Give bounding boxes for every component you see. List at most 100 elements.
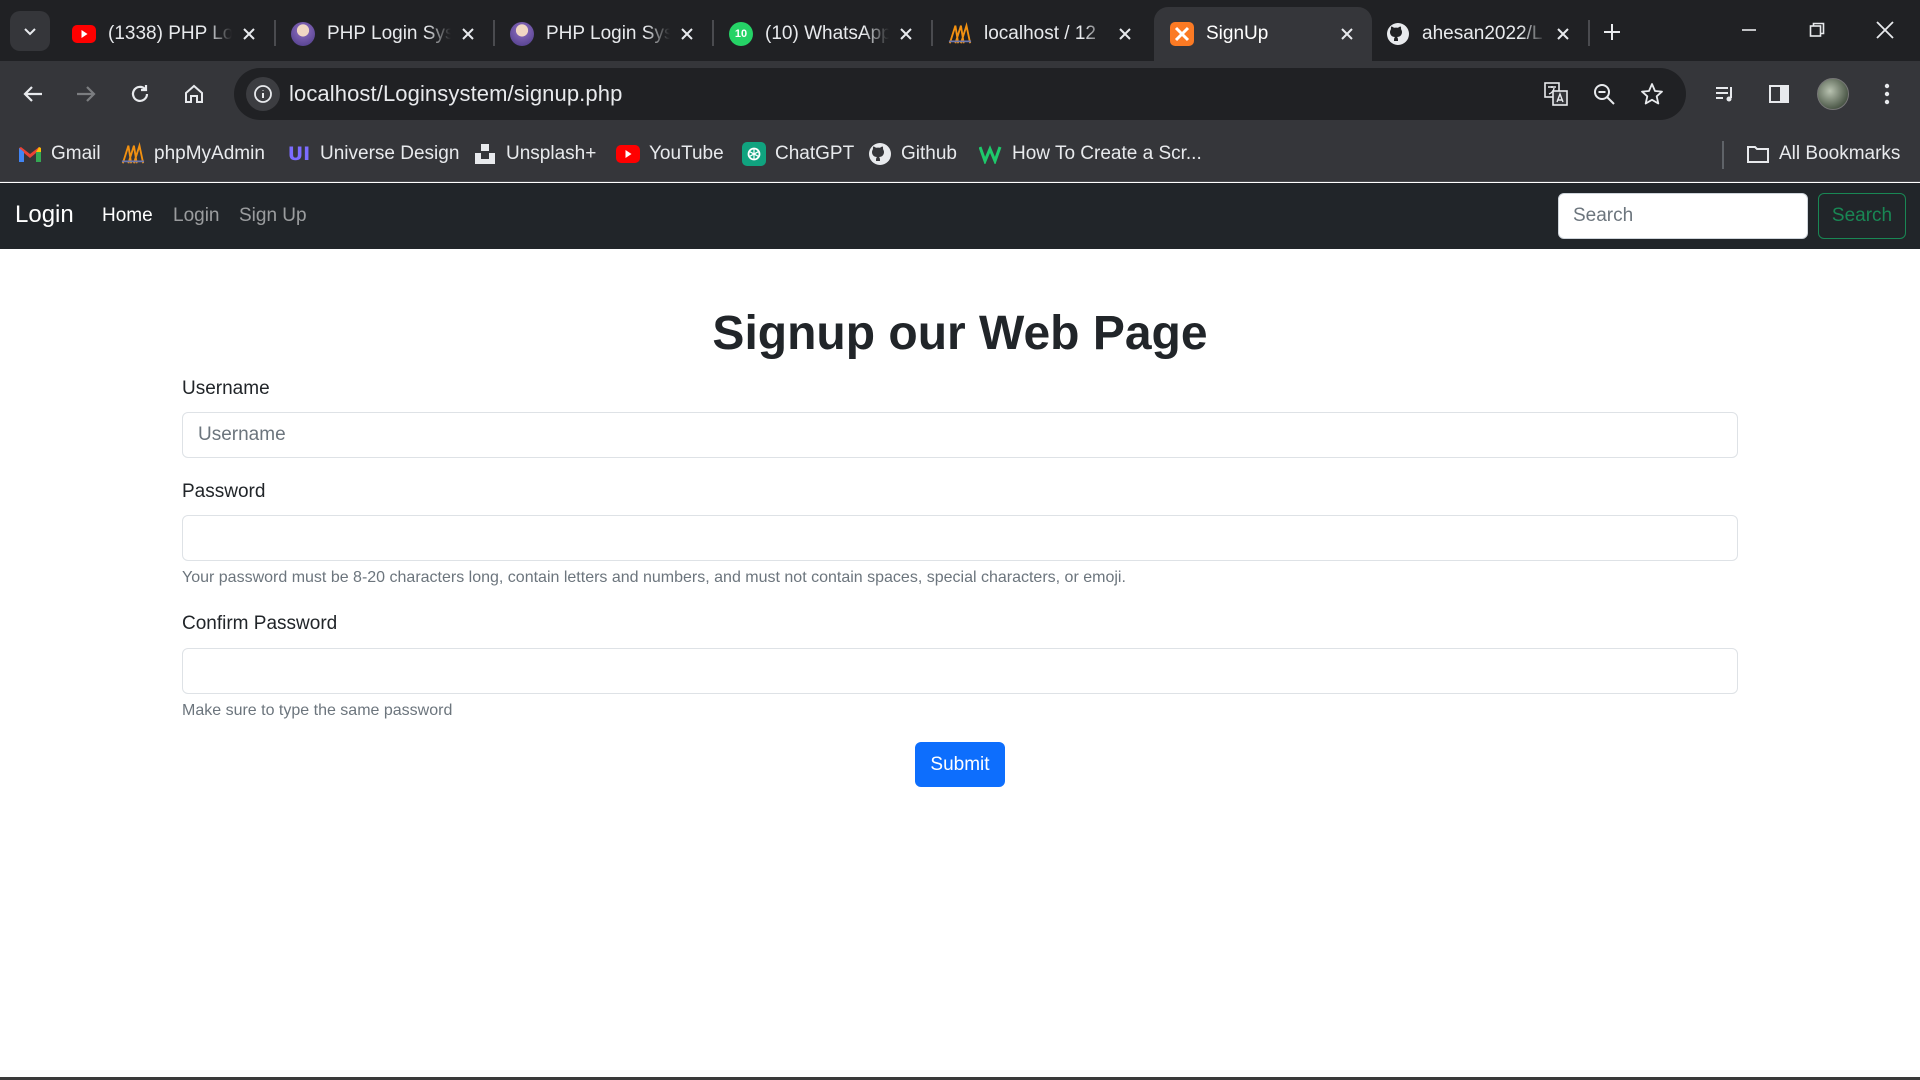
- bookmark-unsplash[interactable]: Unsplash+: [473, 139, 596, 169]
- phpmyadmin-icon: [948, 22, 972, 46]
- youtube-icon: [616, 142, 640, 166]
- github-icon: [1386, 22, 1410, 46]
- username-label: Username: [182, 378, 270, 399]
- tab-title: ahesan2022/L: [1422, 23, 1543, 44]
- bookmark-label: Universe Design: [320, 143, 460, 164]
- reading-list-button[interactable]: [1704, 73, 1746, 115]
- more-vertical-icon: [1884, 83, 1890, 105]
- folder-icon: [1746, 142, 1770, 166]
- tab-title: SignUp: [1206, 23, 1269, 44]
- tab-php-login-1[interactable]: PHP Login Sys: [275, 7, 493, 61]
- bookmark-chatgpt[interactable]: ChatGPT: [742, 139, 854, 169]
- side-panel-icon: [1769, 85, 1789, 103]
- submit-button[interactable]: Submit: [915, 742, 1005, 787]
- translate-button[interactable]: [1540, 78, 1572, 110]
- plus-icon: [1604, 24, 1620, 40]
- reload-button[interactable]: [119, 73, 161, 115]
- star-icon: [1641, 83, 1663, 105]
- avatar-icon: [291, 22, 315, 46]
- bookmark-gmail[interactable]: Gmail: [18, 139, 101, 169]
- bookmark-label: Gmail: [51, 143, 101, 164]
- tab-phpmyadmin[interactable]: localhost / 12: [932, 7, 1150, 61]
- username-field[interactable]: [182, 412, 1738, 458]
- tab-title: localhost / 12: [984, 23, 1096, 44]
- bookmark-youtube[interactable]: YouTube: [616, 139, 724, 169]
- minimize-icon: [1742, 29, 1756, 31]
- translate-icon: [1544, 82, 1568, 106]
- tab-search-button[interactable]: [10, 11, 50, 51]
- browser-menu-button[interactable]: [1866, 73, 1908, 115]
- url-text: localhost/Loginsystem/signup.php: [289, 81, 623, 106]
- bookmark-how-to-create[interactable]: How To Create a Scr...: [979, 139, 1202, 169]
- home-button[interactable]: [173, 73, 215, 115]
- bookmarks-separator: [1722, 141, 1724, 169]
- reload-icon: [131, 85, 149, 102]
- password-help-text: Your password must be 8-20 characters lo…: [182, 569, 1126, 586]
- close-tab-icon[interactable]: [1114, 23, 1136, 45]
- tab-title: PHP Login Sys: [327, 23, 451, 44]
- avatar: [1817, 78, 1849, 110]
- tab-youtube[interactable]: (1338) PHP Lo: [56, 7, 274, 61]
- bookmark-label: How To Create a Scr...: [1012, 143, 1202, 164]
- forward-button[interactable]: [65, 73, 107, 115]
- tab-whatsapp[interactable]: 10 (10) WhatsApp: [713, 7, 931, 61]
- zoom-button[interactable]: [1588, 78, 1620, 110]
- tab-signup[interactable]: SignUp: [1154, 7, 1372, 61]
- all-bookmarks-button[interactable]: All Bookmarks: [1746, 139, 1900, 169]
- zoom-out-icon: [1594, 84, 1615, 105]
- tab-github[interactable]: ahesan2022/L: [1370, 7, 1588, 61]
- close-icon: [1876, 21, 1894, 39]
- minimize-button[interactable]: [1724, 8, 1774, 52]
- new-tab-button[interactable]: [1594, 14, 1630, 50]
- phpmyadmin-icon: [121, 142, 145, 166]
- nav-link-signup[interactable]: Sign Up: [239, 205, 307, 227]
- home-icon: [185, 84, 203, 103]
- tab-title: (1338) PHP Lo: [108, 23, 232, 44]
- media-queue-icon: [1716, 87, 1732, 102]
- bookmark-star-button[interactable]: [1636, 78, 1668, 110]
- youtube-icon: [72, 22, 96, 46]
- restore-button[interactable]: [1792, 8, 1842, 52]
- xampp-icon: [1170, 22, 1194, 46]
- site-navbar: Login Home Login Sign Up Search: [0, 183, 1920, 249]
- side-panel-button[interactable]: [1758, 73, 1800, 115]
- chevron-down-icon: [24, 28, 36, 36]
- all-bookmarks-label: All Bookmarks: [1779, 143, 1901, 164]
- tab-php-login-2[interactable]: PHP Login Sys: [494, 7, 712, 61]
- gmail-icon: [18, 142, 42, 166]
- info-icon: [254, 85, 272, 103]
- bookmark-label: Unsplash+: [506, 143, 597, 164]
- bookmark-label: ChatGPT: [775, 143, 855, 164]
- close-tab-icon[interactable]: [457, 23, 479, 45]
- confirm-password-label: Confirm Password: [182, 613, 338, 634]
- confirm-password-field[interactable]: [182, 648, 1738, 694]
- address-bar[interactable]: localhost/Loginsystem/signup.php: [234, 68, 1686, 120]
- tab-separator: [1588, 20, 1590, 46]
- close-tab-icon[interactable]: [895, 23, 917, 45]
- site-info-button[interactable]: [246, 77, 280, 111]
- page-title: Signup our Web Page: [712, 307, 1208, 360]
- bookmark-label: phpMyAdmin: [154, 143, 265, 164]
- unsplash-icon: [473, 142, 497, 166]
- bookmark-universe-design[interactable]: UI Universe Design: [287, 139, 460, 169]
- profile-button[interactable]: [1812, 73, 1854, 115]
- close-tab-icon[interactable]: [676, 23, 698, 45]
- navbar-brand[interactable]: Login: [15, 201, 74, 229]
- close-tab-icon[interactable]: [238, 23, 260, 45]
- universe-design-icon: UI: [287, 143, 311, 165]
- close-tab-icon[interactable]: [1336, 23, 1358, 45]
- bookmarks-bar: Gmail phpMyAdmin UI Universe Design Unsp…: [0, 127, 1920, 182]
- navbar-search-button[interactable]: Search: [1818, 193, 1906, 239]
- arrow-right-icon: [77, 86, 96, 102]
- close-window-button[interactable]: [1860, 8, 1910, 52]
- password-field[interactable]: [182, 515, 1738, 561]
- navbar-search-input[interactable]: [1558, 193, 1808, 239]
- bookmark-phpmyadmin[interactable]: phpMyAdmin: [121, 139, 265, 169]
- nav-link-home[interactable]: Home: [102, 205, 153, 227]
- close-tab-icon[interactable]: [1552, 23, 1574, 45]
- back-button[interactable]: [12, 73, 54, 115]
- avatar-icon: [510, 22, 534, 46]
- tab-title: (10) WhatsApp: [765, 23, 889, 44]
- nav-link-login[interactable]: Login: [173, 205, 220, 227]
- bookmark-github[interactable]: Github: [868, 139, 957, 169]
